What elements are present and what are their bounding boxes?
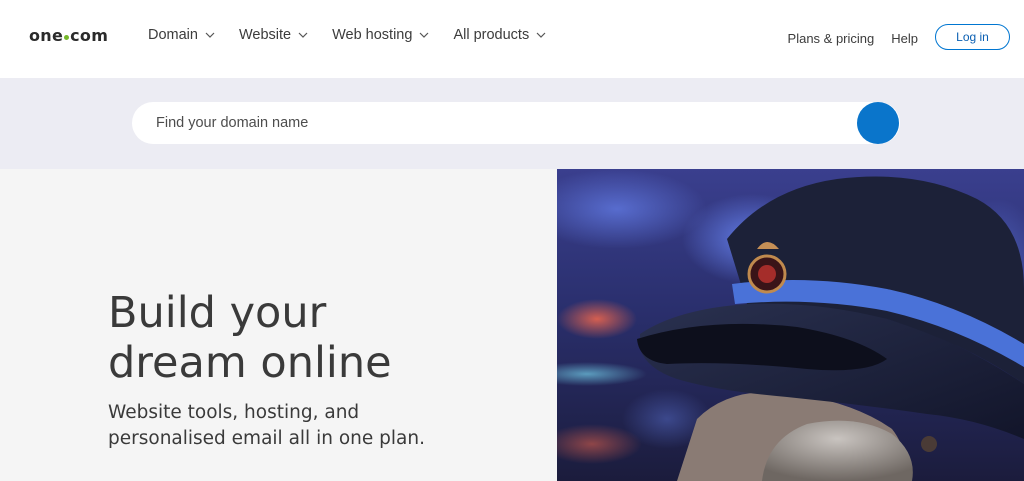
nav-item-label: Website xyxy=(238,27,292,43)
hero-title-line: Build your xyxy=(108,288,327,338)
brand-name-left: one xyxy=(29,26,64,45)
help-link[interactable]: Help xyxy=(891,31,918,46)
domain-search-input[interactable] xyxy=(156,102,846,144)
hero-photo-officer-cap xyxy=(557,169,1024,481)
nav-item-website[interactable]: Website xyxy=(239,27,309,43)
nav-item-all-products[interactable]: All products xyxy=(453,27,547,43)
nav-item-web-hosting[interactable]: Web hosting xyxy=(332,27,430,43)
hero-subtitle: Website tools, hosting, and personalised… xyxy=(108,400,538,452)
login-button[interactable]: Log in xyxy=(935,24,1010,50)
hero-subtitle-line: personalised email all in one plan. xyxy=(108,428,425,449)
brand-name-right: com xyxy=(70,26,109,45)
hero-title-line: dream online xyxy=(108,338,392,388)
nav-item-label: Web hosting xyxy=(332,27,413,43)
brand-logo[interactable]: one com xyxy=(29,26,108,45)
plans-pricing-link[interactable]: Plans & pricing xyxy=(788,31,875,46)
chevron-down-icon xyxy=(420,32,429,38)
brand-dot-icon xyxy=(64,35,70,40)
domain-search-box xyxy=(132,102,900,144)
hero-title: Build your dream online xyxy=(108,288,548,388)
nav-item-label: Domain xyxy=(148,27,198,43)
chevron-down-icon xyxy=(298,32,308,38)
main-nav: Domain Website Web hosting All products xyxy=(148,27,570,43)
site-header: one com Domain Website Web hosting All p… xyxy=(0,0,1024,78)
chevron-down-icon xyxy=(205,32,215,38)
nav-item-domain[interactable]: Domain xyxy=(148,27,216,43)
hero-image xyxy=(557,169,1024,481)
search-button[interactable] xyxy=(857,102,899,144)
hero-text-panel: Build your dream online Website tools, h… xyxy=(0,169,557,481)
secondary-nav: Plans & pricing Help Log in xyxy=(788,24,1010,50)
chevron-down-icon xyxy=(536,32,546,38)
domain-search-band xyxy=(0,78,1024,169)
hero-subtitle-line: Website tools, hosting, and xyxy=(108,402,360,423)
nav-item-label: All products xyxy=(453,27,530,43)
